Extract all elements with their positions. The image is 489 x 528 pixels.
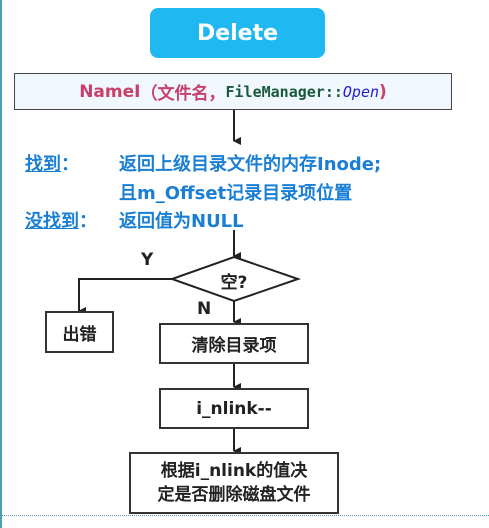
arg-filemanager: FileManager::	[225, 82, 343, 101]
arg-filename: 文件名	[157, 84, 209, 104]
func-name: NameI	[79, 81, 141, 102]
notfound-label: 没找到：	[25, 211, 97, 232]
arrow-yes	[78, 278, 172, 315]
namei-call-box: NameI （ 文件名 ， FileManager:: Open)	[14, 73, 452, 110]
step3-line1: 根据i_nlink的值决	[160, 461, 308, 481]
comma: ，	[208, 84, 226, 104]
delete-title-button: Delete	[150, 8, 325, 58]
found-label: 找到：	[25, 154, 79, 175]
delete-decision-box: 根据i_nlink的值决 定是否删除磁盘文件	[129, 452, 339, 514]
yes-label: Y	[141, 250, 154, 270]
step3-line2: 定是否删除磁盘文件	[157, 485, 311, 505]
clear-entry-box: 清除目录项	[159, 323, 309, 364]
open-paren: （	[140, 84, 158, 104]
no-label: N	[197, 299, 212, 319]
found-line2: 且m_Offset记录目录项位置	[119, 183, 353, 204]
found-line1: 返回上级目录文件的内存Inode;	[119, 154, 382, 175]
nlink-decrement-box: i_nlink--	[159, 388, 309, 429]
arg-open: Open	[342, 82, 380, 101]
decision-text: 空?	[220, 273, 248, 293]
error-box: 出错	[45, 311, 114, 353]
notfound-text: 返回值为NULL	[119, 211, 244, 232]
close-paren: )	[379, 81, 387, 102]
